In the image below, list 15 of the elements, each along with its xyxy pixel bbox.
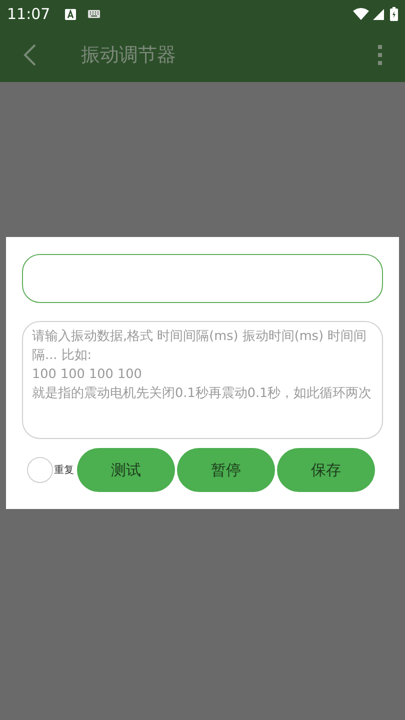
- back-icon[interactable]: [23, 43, 37, 67]
- action-button[interactable]: 暂停: [177, 448, 275, 492]
- status-time: 11:07: [7, 4, 50, 25]
- signal-icon: [373, 8, 384, 20]
- wifi-icon: [353, 8, 369, 20]
- text-input-icon: [65, 8, 76, 20]
- input-field[interactable]: [22, 254, 383, 303]
- screen-title: 振动调节器: [81, 42, 176, 68]
- repeat-checkbox[interactable]: [27, 457, 53, 483]
- data-input-field[interactable]: 请输入振动数据,格式 时间间隔(ms) 振动时间(ms) 时间间隔... 比如: 100 100 100 100 就是指的震动电机先关闭0.1秒再震动0.1秒，如此循环两次: [22, 321, 383, 439]
- action-button[interactable]: 测试: [77, 448, 175, 492]
- keyboard-icon: [88, 10, 100, 18]
- repeat-label: 重复: [54, 464, 75, 478]
- action-button[interactable]: 保存: [277, 448, 375, 492]
- battery-icon: [390, 7, 398, 21]
